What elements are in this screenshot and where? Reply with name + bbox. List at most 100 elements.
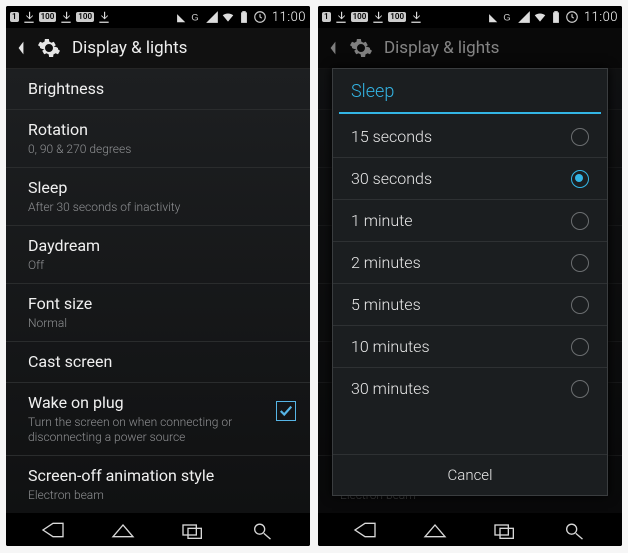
clock-icon <box>565 10 579 24</box>
setting-subtitle: Normal <box>28 316 258 331</box>
nav-back-button[interactable] <box>343 517 387 543</box>
setting-item-brightness[interactable]: Brightness <box>6 69 310 110</box>
download-icon <box>371 10 385 24</box>
wifi-icon <box>533 10 547 24</box>
screen-title: Display & lights <box>72 38 187 58</box>
status-notif-badge: 1 <box>10 12 19 22</box>
setting-item-font-size[interactable]: Font size Normal <box>6 284 310 342</box>
gear-icon <box>348 35 374 61</box>
sleep-option-label: 5 minutes <box>351 295 421 314</box>
setting-title: Daydream <box>28 236 294 256</box>
radio-button[interactable] <box>571 338 589 356</box>
network-g-icon: G <box>501 10 515 24</box>
screen-title: Display & lights <box>384 38 499 58</box>
sleep-option-label: 10 minutes <box>351 337 430 356</box>
setting-title: Font size <box>28 294 294 314</box>
sleep-option[interactable]: 30 seconds <box>333 158 607 200</box>
nav-home-button[interactable] <box>101 517 145 543</box>
nav-back-button[interactable] <box>31 517 75 543</box>
radio-button[interactable] <box>571 254 589 272</box>
status-notif-badge: 1 <box>322 12 331 22</box>
signal-icon <box>205 10 219 24</box>
download-icon <box>22 10 36 24</box>
status-bar: 1 100 100 G 11:00 <box>6 6 310 28</box>
battery-icon <box>549 10 563 24</box>
network-icon <box>173 10 187 24</box>
status-clock: 11:00 <box>272 10 306 25</box>
setting-title: Rotation <box>28 120 294 140</box>
download-icon <box>59 10 73 24</box>
radio-button[interactable] <box>571 296 589 314</box>
sleep-option-label: 2 minutes <box>351 253 421 272</box>
download-icon <box>409 10 423 24</box>
sleep-option[interactable]: 30 minutes <box>333 368 607 409</box>
setting-subtitle: 0, 90 & 270 degrees <box>28 142 258 157</box>
setting-subtitle: Off <box>28 258 258 273</box>
radio-button[interactable] <box>571 170 589 188</box>
nav-bar <box>318 513 622 546</box>
sleep-option[interactable]: 1 minute <box>333 200 607 242</box>
setting-item-wake-on-plug[interactable]: Wake on plugTurn the screen on when conn… <box>6 383 310 456</box>
back-chevron-icon[interactable] <box>328 40 338 56</box>
setting-title: Brightness <box>28 79 294 99</box>
radio-button[interactable] <box>571 212 589 230</box>
dialog-cancel-button[interactable]: Cancel <box>333 454 607 495</box>
network-icon <box>485 10 499 24</box>
nav-search-button[interactable] <box>553 517 597 543</box>
network-g-icon: G <box>189 10 203 24</box>
setting-title: Sleep <box>28 178 294 198</box>
nav-bar <box>6 513 310 546</box>
signal-icon <box>517 10 531 24</box>
back-chevron-icon[interactable] <box>16 40 26 56</box>
nav-search-button[interactable] <box>241 517 285 543</box>
download-icon <box>97 10 111 24</box>
action-bar: Display & lights <box>6 28 310 69</box>
status-notif-badge: 100 <box>76 12 94 22</box>
svg-text:G: G <box>503 13 510 23</box>
download-icon <box>334 10 348 24</box>
setting-item-cast-screen[interactable]: Cast screen <box>6 342 310 383</box>
status-notif-badge: 100 <box>39 12 57 22</box>
setting-item-rotation[interactable]: Rotation 0, 90 & 270 degrees <box>6 110 310 168</box>
gear-icon <box>36 35 62 61</box>
setting-item-screen-off-animation-style[interactable]: Screen-off animation style Electron beam <box>6 456 310 513</box>
status-clock: 11:00 <box>584 10 618 25</box>
setting-item-sleep[interactable]: Sleep After 30 seconds of inactivity <box>6 168 310 226</box>
nav-recents-button[interactable] <box>483 517 527 543</box>
sleep-dialog: Sleep 15 seconds 30 seconds 1 minute 2 minu… <box>332 68 608 496</box>
checkbox[interactable] <box>276 401 296 421</box>
sleep-option-label: 30 minutes <box>351 379 430 398</box>
setting-title: Wake on plug <box>28 393 294 413</box>
setting-title: Cast screen <box>28 352 294 372</box>
dialog-options: 15 seconds 30 seconds 1 minute 2 minutes 5 m… <box>333 116 607 454</box>
status-bar: 1 100 100 G 11:00 <box>318 6 622 28</box>
wifi-icon <box>221 10 235 24</box>
sleep-option[interactable]: 10 minutes <box>333 326 607 368</box>
nav-recents-button[interactable] <box>171 517 215 543</box>
setting-item-daydream[interactable]: Daydream Off <box>6 226 310 284</box>
settings-list[interactable]: Brightness Rotation 0, 90 & 270 degrees Sle… <box>6 69 310 513</box>
radio-button[interactable] <box>571 128 589 146</box>
sleep-option[interactable]: 2 minutes <box>333 242 607 284</box>
sleep-option[interactable]: 5 minutes <box>333 284 607 326</box>
dialog-divider <box>339 112 601 114</box>
status-notif-badge: 100 <box>388 12 406 22</box>
battery-icon <box>237 10 251 24</box>
status-notif-badge: 100 <box>351 12 369 22</box>
sleep-option[interactable]: 15 seconds <box>333 116 607 158</box>
sleep-option-label: 30 seconds <box>351 169 432 188</box>
radio-button[interactable] <box>571 380 589 398</box>
phone-screen-settings: 1 100 100 G 11:00 Displ <box>6 6 310 546</box>
setting-subtitle: After 30 seconds of inactivity <box>28 200 258 215</box>
sleep-option-label: 1 minute <box>351 211 413 230</box>
nav-home-button[interactable] <box>413 517 457 543</box>
action-bar: Display & lights <box>318 28 622 69</box>
svg-text:G: G <box>191 13 198 23</box>
dialog-title: Sleep <box>333 69 607 112</box>
setting-subtitle: Turn the screen on when connecting or di… <box>28 415 258 445</box>
sleep-option-label: 15 seconds <box>351 127 432 146</box>
clock-icon <box>253 10 267 24</box>
setting-title: Screen-off animation style <box>28 466 294 486</box>
setting-subtitle: Electron beam <box>28 488 258 503</box>
phone-screen-dialog: 1 100 100 G 11:00 Display & <box>318 6 622 546</box>
